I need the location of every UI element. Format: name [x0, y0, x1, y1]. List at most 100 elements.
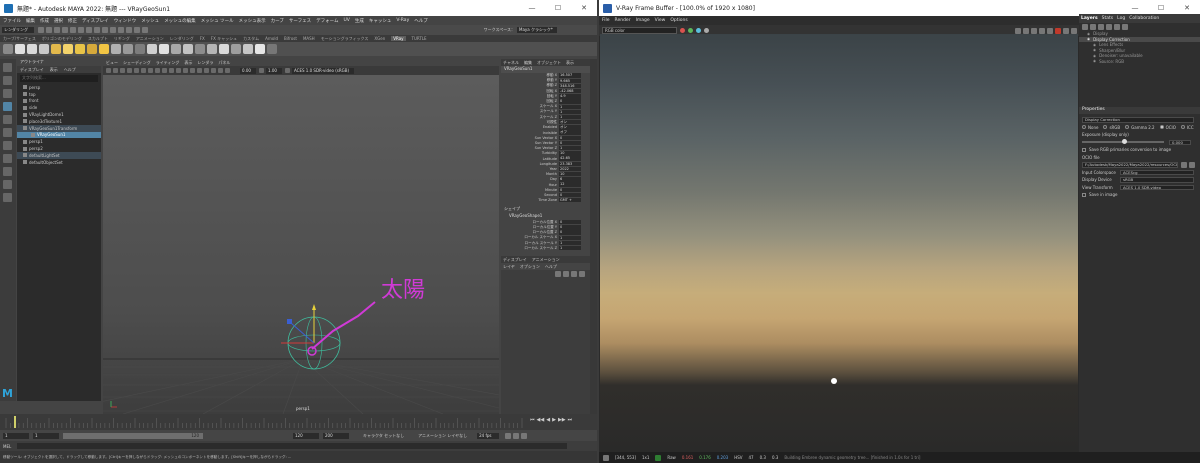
vfb-icon[interactable]	[27, 44, 37, 54]
anim-prefs-icon[interactable]	[521, 432, 528, 439]
outliner-menu-item[interactable]: ディスプレイ	[20, 67, 44, 73]
view-transform-select[interactable]: ACES 1.0 SDR-video	[1120, 184, 1194, 190]
layout-graph-icon[interactable]	[3, 180, 12, 189]
sun-icon[interactable]	[99, 44, 109, 54]
menu-item[interactable]: 生成	[355, 18, 364, 24]
range-end-field[interactable]: 120	[293, 432, 319, 439]
attr-value[interactable]: 0	[559, 192, 581, 198]
xray-icon[interactable]	[225, 68, 230, 73]
add-layer-icon[interactable]	[1082, 24, 1088, 30]
camera-icon[interactable]	[39, 44, 49, 54]
outliner-item[interactable]: top	[17, 91, 101, 98]
eye-icon[interactable]: ◉	[1093, 43, 1096, 47]
wireframe-icon[interactable]	[176, 68, 181, 73]
vfb-menu-item[interactable]: View	[655, 18, 666, 23]
resolution-gate-icon[interactable]	[148, 68, 153, 73]
menu-item[interactable]: メッシュ	[141, 18, 159, 24]
side-tab[interactable]: Layers	[1081, 16, 1098, 21]
browse-folder-icon[interactable]	[1181, 161, 1187, 168]
shelf-tab[interactable]: レンダリング	[170, 36, 194, 42]
play-back-icon[interactable]: ◀	[546, 417, 550, 423]
viewport-menu-item[interactable]: パネル	[218, 60, 230, 66]
attr-value[interactable]: 0	[559, 187, 581, 192]
select-tool-icon[interactable]	[3, 63, 12, 72]
outliner-item[interactable]: VRayLightDome1	[17, 111, 101, 118]
outliner-item[interactable]: persp2	[17, 145, 101, 152]
sky-icon[interactable]	[207, 44, 217, 54]
delete-layer-icon[interactable]	[1090, 24, 1096, 30]
decal-icon[interactable]	[243, 44, 253, 54]
attr-value[interactable]: -42.068	[559, 88, 581, 94]
menu-item[interactable]: デフォーム	[316, 18, 338, 24]
exposure-field[interactable]: 0.00	[240, 67, 256, 74]
shelf-tab[interactable]: FX	[200, 36, 205, 41]
attr-value[interactable]: 0	[559, 140, 581, 146]
layer-editor-menu-item[interactable]: レイヤ	[503, 264, 515, 270]
anim-layer-select[interactable]: アニメーション レイヤなし	[418, 433, 467, 439]
plane-icon[interactable]	[135, 44, 145, 54]
light-dome-icon[interactable]	[75, 44, 85, 54]
attr-value[interactable]: 1	[559, 246, 581, 251]
attr-value[interactable]: 2022	[559, 166, 581, 172]
attr-value[interactable]: オン	[559, 125, 581, 130]
fur-icon[interactable]	[123, 44, 133, 54]
attr-value[interactable]: 348.516	[559, 83, 581, 89]
gate-mask-icon[interactable]	[155, 68, 160, 73]
new-scene-icon[interactable]	[38, 27, 44, 33]
shelf-tab[interactable]: TURTLE	[412, 36, 427, 41]
channel-box-menu-item[interactable]: 表示	[566, 60, 574, 66]
shelf-tab[interactable]: リギング	[114, 36, 130, 42]
select-component-icon[interactable]	[94, 27, 100, 33]
dc-mode-radio[interactable]	[1180, 125, 1185, 130]
attr-value[interactable]: 12	[559, 182, 581, 187]
outliner-search-input[interactable]: 文字列検索...	[20, 75, 98, 82]
snap-point-icon[interactable]	[118, 27, 124, 33]
film-gate-icon[interactable]	[141, 68, 146, 73]
render-view[interactable]	[600, 34, 1078, 452]
render-settings-icon[interactable]	[142, 27, 148, 33]
menu-item[interactable]: カーブ	[271, 18, 284, 24]
layout-outliner-icon[interactable]	[3, 167, 12, 176]
channel-box-menu-item[interactable]: チャネル	[503, 60, 519, 66]
blue-channel-button[interactable]	[696, 28, 701, 33]
layout-single-icon[interactable]	[3, 141, 12, 150]
scale-tool-icon[interactable]	[3, 128, 12, 137]
new-layer-selected-icon[interactable]	[579, 270, 585, 277]
reload-icon[interactable]	[1189, 161, 1195, 168]
attr-value[interactable]: 1	[559, 104, 581, 109]
track-mouse-icon[interactable]	[1039, 27, 1045, 34]
range-bar[interactable]: 120	[63, 432, 203, 439]
outliner-item[interactable]: VRayGeoSun1Transform	[17, 124, 101, 132]
shelf-tab[interactable]: VRay	[391, 36, 406, 41]
eye-icon[interactable]: ◉	[1087, 32, 1090, 36]
display-device-select[interactable]: sRGB	[1120, 177, 1194, 183]
light-sphere-icon[interactable]	[63, 44, 73, 54]
gamma-icon[interactable]	[259, 68, 264, 73]
menu-item[interactable]: 作成	[40, 18, 49, 24]
view-transform-select[interactable]: ACES 1.0 SDR-video (sRGB)	[292, 67, 354, 74]
outliner-item[interactable]: persp1	[17, 138, 101, 145]
lights-icon[interactable]	[197, 68, 202, 73]
input-colorspace-select[interactable]: ACEScg	[1120, 169, 1194, 175]
play-forward-icon[interactable]: ▶	[552, 417, 556, 423]
ipr-render-icon[interactable]	[134, 27, 140, 33]
viewport-menu-item[interactable]: ビュー	[106, 60, 118, 66]
vfb-minimize-button[interactable]: —	[1122, 4, 1148, 12]
rotate-tool-icon[interactable]	[3, 115, 12, 124]
attr-value[interactable]: 1	[559, 235, 581, 241]
bookmark-icon[interactable]	[120, 68, 125, 73]
time-slider[interactable]	[0, 414, 597, 430]
attr-value[interactable]: 0	[559, 225, 581, 230]
dc-mode-radio[interactable]	[1082, 125, 1086, 130]
vfb-menu-item[interactable]: Image	[636, 18, 650, 23]
shelf-tab[interactable]: カスタム	[243, 36, 259, 42]
menu-item[interactable]: UV	[343, 18, 349, 23]
color-manage-icon[interactable]	[285, 68, 290, 73]
layout-four-icon[interactable]	[3, 154, 12, 163]
step-back-icon[interactable]: ◀◀	[537, 417, 545, 423]
menu-item[interactable]: メッシュ ツール	[201, 18, 234, 24]
attr-value[interactable]: GMT +	[559, 197, 581, 203]
dc-mode-radio[interactable]	[1103, 125, 1108, 130]
side-tabs[interactable]	[590, 59, 597, 414]
minimize-button[interactable]: —	[519, 4, 545, 12]
